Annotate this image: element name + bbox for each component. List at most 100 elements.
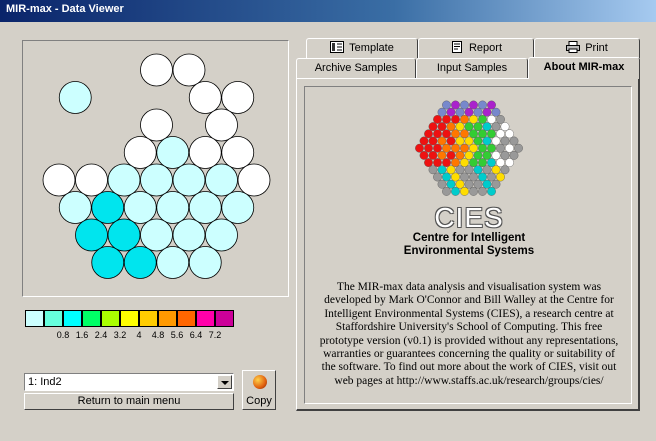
logo-dot <box>487 172 496 182</box>
logo-dot <box>491 151 501 160</box>
logo-dot <box>487 143 496 153</box>
tab-archive-samples[interactable]: Archive Samples <box>296 58 416 78</box>
map-cell[interactable] <box>58 191 92 224</box>
map-cell[interactable] <box>140 53 173 87</box>
map-cell[interactable] <box>91 246 125 279</box>
cies-subtitle-line-2: Environmental Systems <box>403 245 535 257</box>
logo-dot <box>419 136 429 146</box>
logo-dot <box>473 179 483 189</box>
map-cell[interactable] <box>75 218 108 252</box>
logo-dot <box>437 107 447 117</box>
map-cell[interactable] <box>172 163 206 197</box>
map-cell[interactable] <box>107 218 141 252</box>
logo-dot <box>455 179 465 189</box>
map-cell[interactable] <box>91 191 125 224</box>
map-cell[interactable] <box>140 163 173 197</box>
logo-dot <box>437 179 447 189</box>
logo-dot <box>451 129 460 139</box>
som-map-panel <box>22 40 289 297</box>
map-cell[interactable] <box>140 108 173 142</box>
logo-dot <box>514 143 523 153</box>
map-cell[interactable] <box>205 163 238 197</box>
sample-select-value: 1: Ind2 <box>28 376 62 388</box>
map-cell[interactable] <box>221 81 255 114</box>
logo-dot <box>424 143 433 153</box>
legend-swatch <box>82 310 101 327</box>
logo-dot <box>482 151 492 160</box>
map-cell[interactable] <box>156 246 190 279</box>
logo-dot <box>469 115 478 124</box>
map-cell[interactable] <box>188 191 222 224</box>
logo-dot <box>500 151 510 160</box>
logo-dot <box>473 165 483 175</box>
map-cell[interactable] <box>172 53 206 87</box>
logo-dot <box>424 129 433 139</box>
logo-dot <box>487 158 496 167</box>
copy-button-label: Copy <box>246 395 272 407</box>
logo-dot <box>442 158 451 167</box>
logo-dot <box>500 136 510 146</box>
map-cell[interactable] <box>75 163 108 197</box>
map-cell[interactable] <box>188 136 222 169</box>
copy-button[interactable]: Copy <box>242 370 276 410</box>
logo-dot <box>455 122 465 132</box>
logo-dot <box>487 100 496 110</box>
map-cell[interactable] <box>123 246 157 279</box>
printer-icon <box>566 41 581 53</box>
tab-input-samples[interactable]: Input Samples <box>416 58 528 78</box>
logo-dot <box>469 143 478 153</box>
tab-template[interactable]: Template <box>306 38 418 58</box>
tab-print[interactable]: Print <box>534 38 640 58</box>
logo-dot <box>455 136 465 146</box>
logo-dot <box>473 151 483 160</box>
map-cell[interactable] <box>237 163 271 197</box>
logo-dot <box>482 107 492 117</box>
map-cell[interactable] <box>156 191 190 224</box>
logo-dot <box>464 107 474 117</box>
map-cell[interactable] <box>205 108 238 142</box>
legend-swatch <box>215 310 234 327</box>
tab-report[interactable]: Report <box>418 38 534 58</box>
map-cell[interactable] <box>205 218 238 252</box>
logo-dot <box>482 136 492 146</box>
map-cell[interactable] <box>140 218 173 252</box>
legend-swatch <box>196 310 215 327</box>
sample-select[interactable]: 1: Ind2 <box>24 373 234 391</box>
map-cell[interactable] <box>58 81 92 114</box>
legend-swatch <box>101 310 120 327</box>
legend-swatch <box>120 310 139 327</box>
logo-dot <box>473 136 483 146</box>
map-cell[interactable] <box>156 136 190 169</box>
logo-dot <box>478 100 487 110</box>
logo-dot <box>478 115 487 124</box>
logo-dot <box>505 143 514 153</box>
logo-dot <box>469 129 478 139</box>
report-icon <box>451 41 462 53</box>
logo-dot <box>469 158 478 167</box>
map-cell[interactable] <box>172 218 206 252</box>
map-cell[interactable] <box>123 136 157 169</box>
tab-template-label: Template <box>349 42 394 54</box>
map-cell[interactable] <box>221 191 255 224</box>
map-cell[interactable] <box>107 163 141 197</box>
logo-dot <box>428 165 438 175</box>
legend-label: 7.2 <box>208 330 222 340</box>
logo-dot <box>478 158 487 167</box>
return-to-main-menu-button[interactable]: Return to main menu <box>24 393 234 410</box>
tab-report-label: Report <box>468 42 503 54</box>
logo-dot <box>455 165 465 175</box>
logo-dot <box>505 129 514 139</box>
tab-about-mir-max[interactable]: About MIR-max <box>528 57 640 79</box>
chevron-down-icon[interactable] <box>217 375 232 389</box>
cies-logo-icon <box>415 100 523 196</box>
logo-dot <box>487 129 496 139</box>
map-cell[interactable] <box>42 163 76 197</box>
logo-dot <box>446 136 456 146</box>
map-cell[interactable] <box>123 191 157 224</box>
legend-swatch <box>25 310 44 327</box>
map-cell[interactable] <box>188 246 222 279</box>
legend-swatch <box>139 310 158 327</box>
logo-dot <box>460 115 469 124</box>
map-cell[interactable] <box>221 136 255 169</box>
map-cell[interactable] <box>188 81 222 114</box>
